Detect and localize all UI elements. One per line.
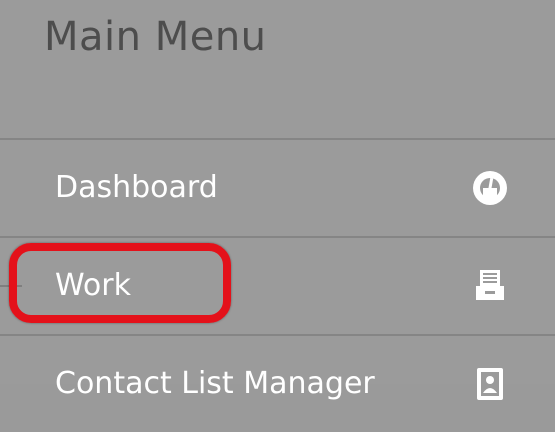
menu-item-label: Dashboard <box>55 170 218 205</box>
contact-card-icon <box>470 364 510 404</box>
main-menu-panel: Main Menu Dashboard Work Contact List Ma… <box>0 0 555 401</box>
menu-title: Main Menu <box>44 14 267 60</box>
dashboard-gauge-icon <box>470 168 510 208</box>
menu-item-dashboard[interactable]: Dashboard <box>0 140 555 236</box>
inbox-tray-icon <box>470 266 510 306</box>
highlight-annotation <box>9 243 231 323</box>
menu-item-contact-list-manager[interactable]: Contact List Manager <box>0 336 555 432</box>
